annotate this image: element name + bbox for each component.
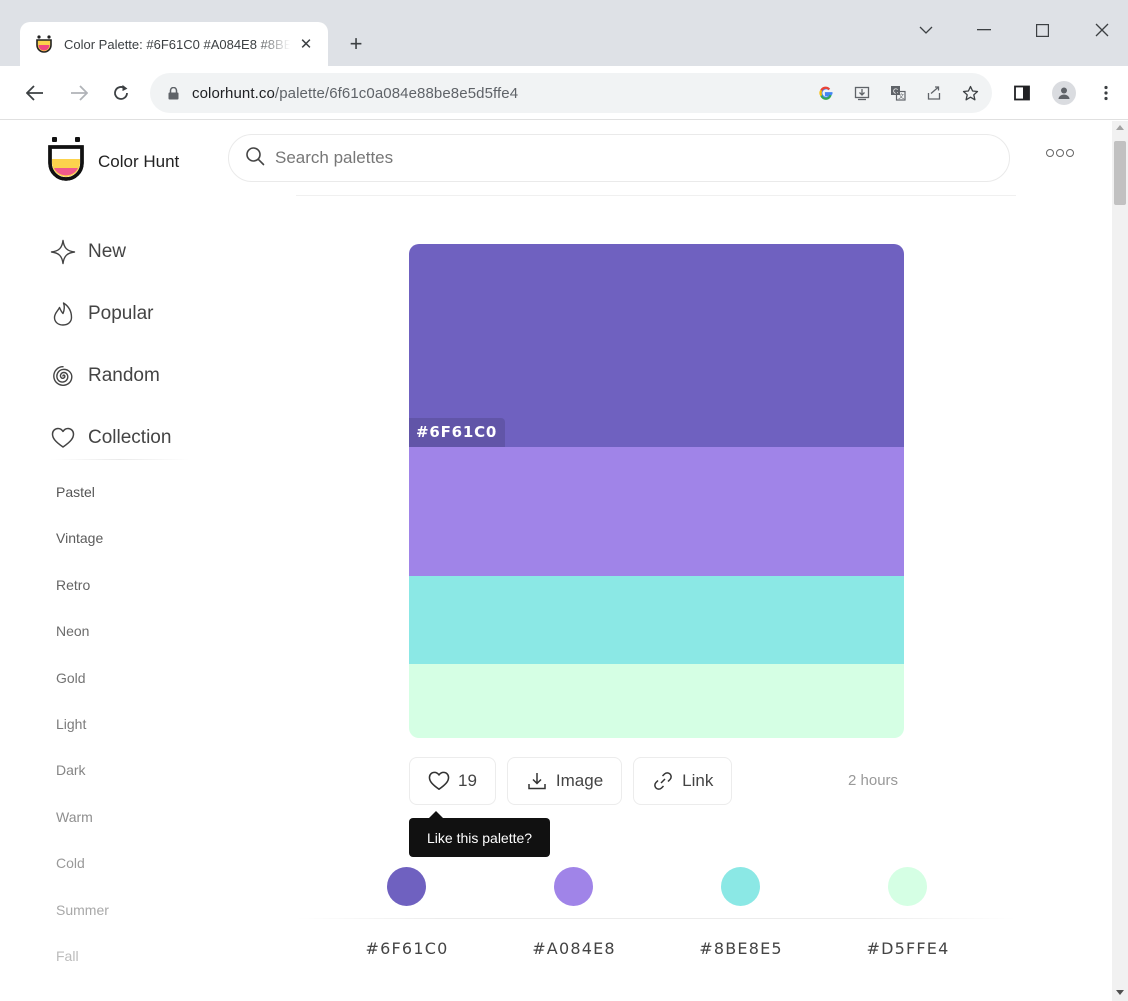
sidebar-item-label: Random bbox=[88, 365, 160, 386]
page-viewport: Color Hunt New Popular Random bbox=[0, 121, 1112, 1001]
tag-dark[interactable]: Dark bbox=[56, 753, 109, 799]
forward-arrow-icon[interactable] bbox=[64, 78, 94, 108]
like-count: 19 bbox=[458, 771, 477, 790]
browser-toolbar: colorhunt.co/palette/6f61c0a084e88be8e5d… bbox=[0, 66, 1128, 120]
back-arrow-icon[interactable] bbox=[20, 78, 50, 108]
url-text: colorhunt.co/palette/6f61c0a084e88be8e5d… bbox=[192, 85, 518, 102]
side-panel-icon[interactable] bbox=[1008, 79, 1036, 107]
sidebar-item-label: Popular bbox=[88, 303, 154, 324]
color-swatch-1[interactable]: #6F61C0 bbox=[409, 244, 904, 447]
tab-title: Color Palette: #6F61C0 #A084E8 #8BE8E5 #… bbox=[64, 36, 290, 52]
tag-list: Pastel Vintage Retro Neon Gold Light Dar… bbox=[56, 475, 109, 985]
color-dots bbox=[296, 865, 1016, 919]
palette-actions: 19 Image Link bbox=[409, 757, 733, 805]
colorhunt-logo-icon bbox=[46, 137, 86, 186]
hex-code-1[interactable]: #6F61C0 bbox=[347, 939, 467, 958]
scroll-down-arrow-icon[interactable] bbox=[1116, 990, 1124, 995]
colorhunt-favicon-icon bbox=[34, 34, 54, 54]
hex-code-4[interactable]: #D5FFE4 bbox=[848, 939, 968, 958]
profile-avatar-icon[interactable] bbox=[1050, 79, 1078, 107]
palette-card: #6F61C0 bbox=[409, 244, 904, 738]
link-label: Link bbox=[682, 771, 714, 790]
search-input[interactable] bbox=[275, 148, 975, 168]
tag-pastel[interactable]: Pastel bbox=[56, 475, 109, 521]
tag-neon[interactable]: Neon bbox=[56, 614, 109, 660]
scroll-thumb[interactable] bbox=[1114, 141, 1126, 205]
install-app-icon[interactable] bbox=[852, 83, 872, 103]
url-path: /palette/6f61c0a084e88be8e5d5ffe4 bbox=[274, 84, 519, 102]
hex-code-3[interactable]: #8BE8E5 bbox=[681, 939, 801, 958]
lock-icon bbox=[166, 86, 180, 100]
search-icon bbox=[245, 146, 265, 171]
color-swatch-4[interactable] bbox=[409, 664, 904, 738]
tab-close-icon[interactable]: ✕ bbox=[296, 34, 316, 54]
sparkle-icon bbox=[50, 239, 76, 265]
maximize-icon[interactable] bbox=[1020, 12, 1064, 48]
share-icon[interactable] bbox=[924, 83, 944, 103]
hex-codes: #6F61C0 #A084E8 #8BE8E5 #D5FFE4 bbox=[296, 939, 1016, 963]
browser-menu-icon[interactable] bbox=[1092, 79, 1120, 107]
tag-summer[interactable]: Summer bbox=[56, 893, 109, 939]
tag-gold[interactable]: Gold bbox=[56, 661, 109, 707]
tag-vintage[interactable]: Vintage bbox=[56, 521, 109, 567]
copy-link-button[interactable]: Link bbox=[633, 757, 733, 805]
google-g-icon[interactable] bbox=[816, 83, 836, 103]
download-image-button[interactable]: Image bbox=[506, 757, 623, 805]
close-window-icon[interactable] bbox=[1080, 12, 1124, 48]
color-dot-4[interactable] bbox=[888, 867, 927, 906]
translate-icon[interactable]: G文 bbox=[888, 83, 908, 103]
color-dot-1[interactable] bbox=[387, 867, 426, 906]
spiral-icon bbox=[50, 363, 76, 389]
dots-divider bbox=[296, 918, 1016, 919]
tag-retro[interactable]: Retro bbox=[56, 568, 109, 614]
sidebar-item-new[interactable]: New bbox=[50, 221, 171, 283]
scroll-up-arrow-icon[interactable] bbox=[1116, 125, 1124, 130]
brand-logo-link[interactable]: Color Hunt bbox=[46, 137, 179, 186]
sidebar-divider bbox=[50, 459, 190, 460]
color-dot-2[interactable] bbox=[554, 867, 593, 906]
hex-code-2[interactable]: #A084E8 bbox=[514, 939, 634, 958]
hover-hex-label[interactable]: #6F61C0 bbox=[409, 418, 506, 447]
color-swatch-2[interactable] bbox=[409, 447, 904, 576]
browser-tab-bar: Color Palette: #6F61C0 #A084E8 #8BE8E5 #… bbox=[0, 0, 1128, 66]
brand-name: Color Hunt bbox=[98, 151, 180, 171]
browser-tab[interactable]: Color Palette: #6F61C0 #A084E8 #8BE8E5 #… bbox=[20, 22, 328, 66]
sidebar-item-popular[interactable]: Popular bbox=[50, 283, 171, 345]
tag-cold[interactable]: Cold bbox=[56, 846, 109, 892]
sidebar-item-label: New bbox=[88, 241, 127, 262]
heart-icon bbox=[428, 770, 450, 792]
tag-light[interactable]: Light bbox=[56, 707, 109, 753]
palette-age: 2 hours bbox=[848, 772, 899, 789]
like-tooltip: Like this palette? bbox=[409, 811, 551, 857]
heart-icon bbox=[50, 425, 76, 451]
bookmark-star-icon[interactable] bbox=[960, 83, 980, 103]
tag-warm[interactable]: Warm bbox=[56, 800, 109, 846]
like-button[interactable]: 19 bbox=[409, 757, 496, 805]
minimize-icon[interactable] bbox=[962, 12, 1006, 48]
color-swatch-3[interactable] bbox=[409, 576, 904, 664]
new-tab-button[interactable]: + bbox=[342, 30, 370, 58]
tab-search-chevron-icon[interactable] bbox=[904, 12, 948, 48]
color-dot-3[interactable] bbox=[721, 867, 760, 906]
url-host: colorhunt.co bbox=[192, 84, 275, 102]
download-icon bbox=[526, 770, 548, 792]
flame-icon bbox=[50, 301, 76, 327]
sidebar-nav: New Popular Random Collection bbox=[50, 221, 171, 469]
link-icon bbox=[652, 770, 674, 792]
tag-fall[interactable]: Fall bbox=[56, 939, 109, 985]
sidebar-item-label: Collection bbox=[88, 427, 172, 448]
image-label: Image bbox=[555, 771, 604, 790]
sidebar-item-random[interactable]: Random bbox=[50, 345, 171, 407]
header-divider bbox=[296, 195, 1016, 196]
svg-text:文: 文 bbox=[898, 93, 904, 101]
reload-icon[interactable] bbox=[106, 78, 136, 108]
more-options-icon[interactable] bbox=[1046, 149, 1074, 157]
page-scrollbar[interactable] bbox=[1112, 121, 1128, 1001]
search-box[interactable] bbox=[228, 134, 1010, 182]
address-bar[interactable]: colorhunt.co/palette/6f61c0a084e88be8e5d… bbox=[150, 73, 992, 113]
